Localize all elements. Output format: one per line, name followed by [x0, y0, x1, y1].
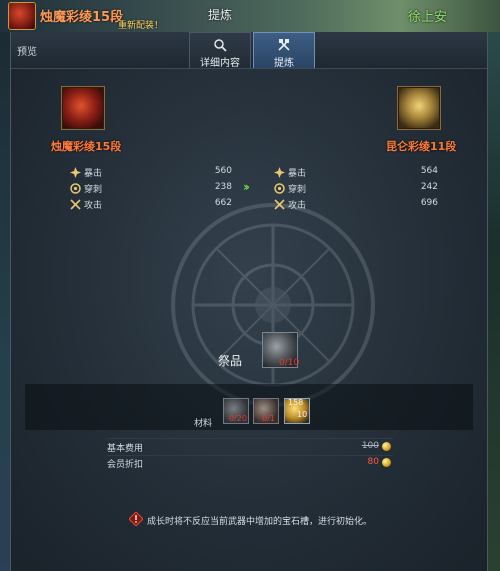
stat-value: 238: [214, 182, 232, 192]
stat-label: 攻击: [288, 201, 307, 211]
source-stat-row: 穿刺 238: [70, 182, 232, 196]
tab-refine-label: 提炼: [274, 58, 294, 69]
pierce-icon: [274, 183, 285, 194]
refine-window: 预览 详细内容 提炼 烛魔彩绫15段 昆仑彩绫11段 暴击 560 穿刺 238…: [10, 32, 488, 571]
base-cost-value: 100: [361, 441, 379, 451]
hud-right-title: 徐上安: [408, 10, 448, 25]
attack-icon: [274, 199, 285, 210]
preview-label: 预览: [17, 47, 37, 58]
source-stat-row: 暴击 560: [70, 166, 232, 180]
coin-icon: [382, 458, 391, 467]
offering-count: 0/10: [279, 358, 300, 368]
target-stat-row: 攻击 696: [274, 198, 438, 212]
stat-value: 564: [420, 166, 438, 176]
offering-label: 祭品: [218, 354, 243, 368]
cost-divider: [107, 455, 393, 456]
target-item-name: 昆仑彩绫11段: [386, 140, 457, 153]
material-count-required: 10: [297, 410, 308, 419]
warning-icon: [129, 512, 143, 526]
stat-value: 242: [420, 182, 438, 192]
window-header: 预览 详细内容 提炼: [11, 32, 487, 69]
search-icon: [214, 39, 227, 52]
materials-strip: [25, 384, 473, 430]
member-discount-row: 会员折扣 80: [107, 457, 393, 471]
arrow-right-icon: ››: [243, 180, 250, 194]
target-stat-row: 暴击 564: [274, 166, 438, 180]
source-item-icon[interactable]: [61, 86, 105, 130]
coin-icon: [382, 442, 391, 451]
hud-item-title: 烛魔彩绫15段: [40, 10, 124, 25]
stat-value: 560: [214, 166, 232, 176]
material-count: 0/20: [229, 414, 247, 423]
materials-label: 材料: [194, 419, 213, 429]
stat-label: 攻击: [84, 201, 103, 211]
base-cost-label: 基本费用: [107, 444, 144, 454]
source-stat-row: 攻击 662: [70, 198, 232, 212]
stat-value: 662: [214, 198, 232, 208]
notice-text: 成长时将不反应当前武器中增加的宝石槽，进行初始化。: [147, 517, 373, 527]
target-stat-row: 穿刺 242: [274, 182, 438, 196]
tools-icon: [278, 39, 290, 51]
tab-details[interactable]: 详细内容: [189, 32, 251, 69]
target-item-icon[interactable]: [397, 86, 441, 130]
tab-details-label: 详细内容: [200, 58, 240, 69]
hud-refine-title: 提炼: [208, 8, 233, 22]
crit-icon: [70, 167, 81, 178]
hud-sub-text: 重新配装！: [118, 21, 164, 31]
stat-label: 穿刺: [288, 185, 307, 195]
pierce-icon: [70, 183, 81, 194]
material-count: 0/1: [262, 414, 275, 423]
material-count-owned: 158: [288, 398, 304, 407]
game-background-right: [486, 32, 500, 571]
cost-divider: [107, 438, 393, 439]
tab-refine[interactable]: 提炼: [253, 32, 315, 69]
source-item-name: 烛魔彩绫15段: [51, 140, 122, 153]
stat-label: 暴击: [288, 169, 307, 179]
crit-icon: [274, 167, 285, 178]
emblem-decoration: [171, 203, 375, 407]
stat-label: 穿刺: [84, 185, 103, 195]
attack-icon: [70, 199, 81, 210]
member-discount-label: 会员折扣: [107, 460, 144, 470]
member-discount-value: 80: [367, 457, 379, 467]
hud-item-icon: [8, 2, 36, 30]
stat-value: 696: [420, 198, 438, 208]
game-background-left: [0, 32, 10, 571]
stat-label: 暴击: [84, 169, 103, 179]
base-cost-row: 基本费用 100: [107, 441, 393, 455]
